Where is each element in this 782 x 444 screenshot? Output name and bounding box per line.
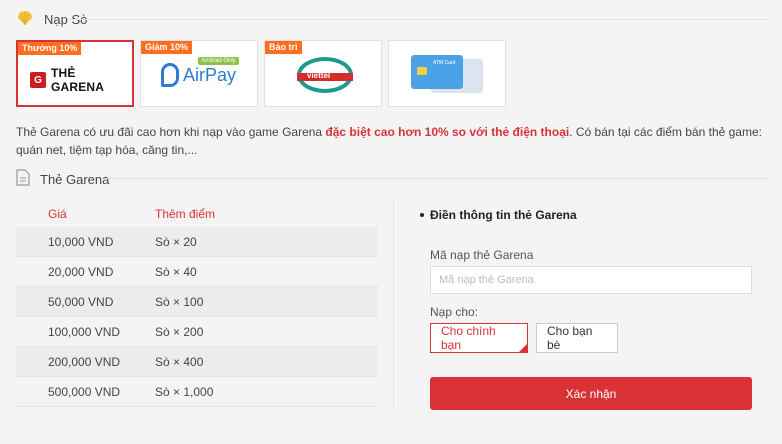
payment-card-airpay[interactable]: Giảm 10% Android Only AirPay [140,40,258,107]
table-row: 500,000 VND Sò × 1,000 [16,377,378,407]
description-text: Thẻ Garena có ưu đãi cao hơn khi nạp vào… [16,125,326,139]
card-name: AirPay [183,64,237,85]
bonus-cell: Sò × 40 [155,264,197,279]
divider [105,178,770,179]
price-cell: 50,000 VND [48,294,114,309]
garena-badge-icon: G [30,72,46,88]
viettel-logo: viettel [297,57,353,93]
payment-card-viettel[interactable]: Bảo trì viettel [264,40,382,107]
table-row: 50,000 VND Sò × 100 [16,287,378,317]
submit-button[interactable]: Xác nhận [430,377,752,410]
section-title: Thẻ Garena [40,171,110,187]
recipient-friend-option[interactable]: Cho bạn bè [536,323,618,353]
garena-card-form: Điền thông tin thẻ Garena Mã nạp thẻ Gar… [420,208,760,410]
payment-card-garena[interactable]: Thưởng 10% G THẺ GARENA [16,40,134,107]
recipient-label: Nạp cho: [430,305,479,319]
shell-icon [16,9,34,30]
price-cell: 200,000 VND [48,354,121,369]
section-header-the-garena: Thẻ Garena [16,169,109,189]
description-highlight: đặc biệt cao hơn 10% so với thẻ điện tho… [325,125,570,139]
table-row: 20,000 VND Sò × 40 [16,257,378,287]
card-name: viettel [307,71,331,80]
promo-tag: Giảm 10% [141,41,193,54]
garena-description: Thẻ Garena có ưu đãi cao hơn khi nạp vào… [16,123,770,159]
column-header-price: Giá [48,206,67,221]
bonus-cell: Sò × 200 [155,324,204,339]
table-row: 200,000 VND Sò × 400 [16,347,378,377]
card-code-input[interactable] [430,266,752,294]
price-cell: 500,000 VND [48,384,121,399]
maintenance-tag: Bảo trì [265,41,302,54]
garena-logo: G THẺ GARENA [30,66,132,94]
promo-tag: Thưởng 10% [18,42,82,55]
card-name: THẺ GARENA [50,66,105,94]
form-title-text: Điền thông tin thẻ Garena [430,208,577,222]
table-row: 10,000 VND Sò × 20 [16,227,378,257]
column-header-bonus: Thêm điểm [155,206,216,221]
price-cell: 10,000 VND [48,234,114,249]
document-icon [16,169,30,189]
bonus-cell: Sò × 400 [155,354,204,369]
price-table: Giá Thêm điểm 10,000 VND Sò × 20 20,000 … [16,200,378,407]
bonus-cell: Sò × 1,000 [155,384,214,399]
vertical-divider [393,200,394,408]
divider [70,19,770,20]
price-cell: 100,000 VND [48,324,121,339]
card-name: ATM Card [433,60,456,66]
price-cell: 20,000 VND [48,264,114,279]
table-row: 100,000 VND Sò × 200 [16,317,378,347]
payment-method-list: Thưởng 10% G THẺ GARENA Giảm 10% Android… [16,40,506,107]
code-label: Mã nạp thẻ Garena [430,248,534,262]
bonus-cell: Sò × 100 [155,294,204,309]
selected-corner-icon [519,344,527,352]
table-header: Giá Thêm điểm [16,200,378,227]
bullet-icon [420,213,424,217]
recipient-self-option[interactable]: Cho chính bạn [430,323,528,353]
airpay-p-icon [161,63,179,87]
airpay-logo: AirPay [161,63,236,87]
form-title: Điền thông tin thẻ Garena [420,208,760,222]
bonus-cell: Sò × 20 [155,234,197,249]
payment-card-atm[interactable]: ATM Card [388,40,506,107]
option-label: Cho bạn bè [547,324,593,352]
option-label: Cho chính bạn [441,324,496,352]
